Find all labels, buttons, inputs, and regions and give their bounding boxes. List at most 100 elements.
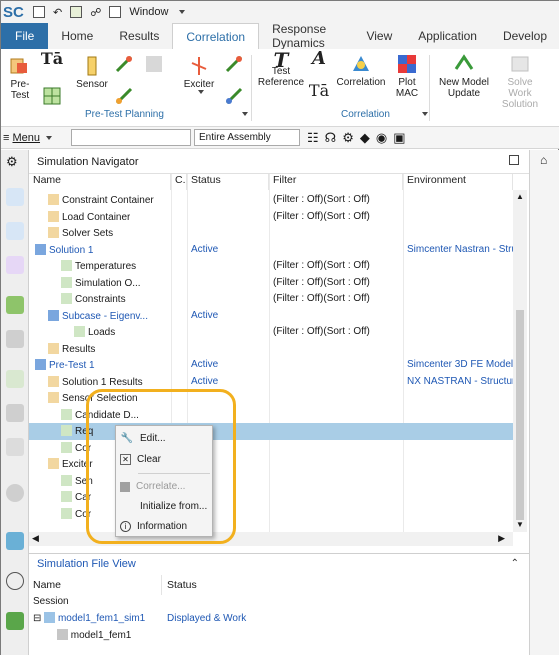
chevron-down-icon[interactable] — [179, 10, 186, 14]
test-ta-button[interactable]: Tā — [39, 51, 65, 67]
test-reference-button[interactable]: T Test Reference — [257, 50, 305, 88]
column-header-filter[interactable]: Filter — [269, 174, 403, 190]
system-materials-icon[interactable] — [6, 404, 24, 422]
window-icon[interactable] — [109, 6, 122, 18]
column-header-status[interactable]: Status — [167, 579, 197, 591]
scroll-right-icon[interactable]: ▶ — [498, 533, 505, 544]
pre-test-button[interactable]: Pre-Test — [3, 55, 37, 101]
tab-response-dynamics[interactable]: Response Dynamics — [259, 22, 353, 50]
status-cell: Active — [191, 359, 219, 370]
tree-row[interactable]: Constraints (Filter : Off)(Sort : Off) — [29, 291, 513, 308]
pre-test-planning-group-label: Pre-Test Planning — [85, 109, 164, 120]
reuse-library-icon[interactable] — [6, 330, 24, 348]
tab-results[interactable]: Results — [106, 23, 172, 49]
correlation-button[interactable]: Correlation — [335, 53, 387, 88]
tree-row[interactable]: Simulation O... (Filter : Off)(Sort : Off… — [29, 275, 513, 292]
a-button[interactable]: A — [305, 50, 333, 68]
grid-icon — [43, 87, 61, 105]
sensor-tool2-button[interactable] — [111, 85, 137, 109]
column-header-c[interactable]: C. — [171, 174, 187, 190]
chevron-down-icon[interactable] — [242, 112, 248, 116]
filter-combo[interactable] — [71, 129, 191, 146]
column-header-status[interactable]: Status — [187, 174, 269, 190]
scrollbar-thumb[interactable] — [516, 310, 524, 520]
window-menu[interactable]: Window — [129, 6, 168, 18]
tab-develop[interactable]: Develop — [490, 23, 559, 49]
save-icon[interactable] — [33, 6, 45, 18]
tree-row[interactable]: Solver Sets — [29, 225, 513, 242]
tab-correlation[interactable]: Correlation — [172, 23, 260, 49]
table-row[interactable]: model1_fem1 — [57, 629, 131, 641]
hamburger-icon: ≡ — [3, 131, 10, 144]
tree-row[interactable]: Loads (Filter : Off)(Sort : Off) — [29, 324, 513, 341]
collapse-toggle-icon[interactable]: ⊟ — [33, 613, 41, 624]
vertical-scrollbar[interactable]: ▲ ▼ — [513, 190, 527, 532]
exciter-tool-button[interactable] — [221, 53, 247, 77]
tree-node-label: Loads — [74, 326, 115, 338]
chevron-down-icon[interactable] — [197, 90, 204, 94]
simulation-navigator-icon[interactable] — [6, 296, 24, 314]
column-header-environment[interactable]: Environment — [403, 174, 513, 190]
plot-mac-button[interactable]: Plot MAC — [389, 53, 425, 99]
tree-row[interactable]: Pre-Test 1 Active Simcenter 3D FE Model I — [29, 357, 513, 374]
selection-filter-icon[interactable]: ☷ — [307, 130, 319, 146]
grid-icon[interactable] — [70, 6, 83, 18]
tab-application[interactable]: Application — [405, 23, 490, 49]
tools-icon[interactable] — [6, 612, 24, 630]
tree-node-text: Solver Sets — [62, 228, 114, 239]
scroll-down-icon[interactable]: ▼ — [516, 520, 524, 529]
select-icon[interactable]: ⚙ — [342, 130, 354, 146]
display-icon[interactable]: ▣ — [393, 130, 405, 146]
tree-row[interactable]: Solution 1 Results Active NX NASTRAN - Str… — [29, 374, 513, 391]
settings-icon[interactable]: ⚙ — [6, 154, 24, 172]
undo-icon[interactable]: ↶ — [53, 6, 62, 19]
correlation-icon — [353, 56, 369, 71]
column-header-name[interactable]: Name — [33, 579, 61, 591]
grid-button[interactable] — [39, 85, 65, 109]
exciter-tool2-button[interactable] — [221, 85, 247, 109]
home-icon[interactable]: ⌂ — [540, 153, 547, 167]
ta-button[interactable]: Tā — [305, 83, 333, 99]
chevron-down-icon[interactable] — [422, 112, 428, 116]
palette-icon[interactable] — [6, 532, 24, 550]
sensor-tool-button[interactable] — [111, 53, 137, 77]
scroll-up-icon[interactable]: ▲ — [516, 192, 524, 201]
collapse-icon[interactable]: ⌃ — [511, 558, 519, 569]
tab-file[interactable]: File — [1, 23, 49, 49]
graphics-window-edge: ⌂ — [529, 150, 559, 655]
history-clock-icon[interactable] — [6, 572, 24, 590]
tree-node-icon — [48, 458, 59, 469]
plot-mac-icon — [398, 55, 416, 73]
table-row[interactable]: ⊟ model1_fem1_sim1 — [33, 612, 145, 624]
tab-view[interactable]: View — [353, 23, 405, 49]
exciter-button[interactable]: Exciter — [179, 55, 219, 94]
scroll-left-icon[interactable]: ◀ — [32, 533, 39, 544]
part-navigator-icon[interactable] — [6, 188, 24, 206]
tab-home[interactable]: Home — [48, 23, 106, 49]
solve-work-solution-button[interactable]: Solve Work Solution — [495, 53, 545, 110]
tree-row[interactable]: Subcase - Eigenv... Active — [29, 308, 513, 325]
assembly-combo[interactable]: Entire Assembly — [194, 129, 300, 146]
new-model-update-button[interactable]: New Model Update — [435, 53, 493, 99]
column-header-name[interactable]: Name — [29, 174, 171, 190]
body-icon[interactable]: ◆ — [360, 130, 370, 146]
constraint-navigator-icon[interactable] — [6, 256, 24, 274]
history-icon[interactable] — [6, 370, 24, 388]
roles-icon[interactable] — [6, 438, 24, 456]
maximize-icon[interactable] — [509, 155, 519, 165]
assembly-navigator-icon[interactable] — [6, 222, 24, 240]
web-browser-icon[interactable] — [6, 484, 24, 502]
tree-row[interactable]: Load Container (Filter : Off)(Sort : Off) — [29, 209, 513, 226]
view-icon[interactable]: ◉ — [376, 130, 387, 146]
menu-button[interactable]: ≡ Menu — [1, 132, 71, 144]
tree-row[interactable]: Constraint Container (Filter : Off)(Sort … — [29, 192, 513, 209]
exciter-tool-icon — [225, 55, 243, 73]
sensor-button[interactable]: Sensor — [75, 55, 109, 90]
tree-row[interactable]: Solution 1 Active Simcenter Nastran - Stru — [29, 242, 513, 259]
tree-row[interactable]: Temperatures (Filter : Off)(Sort : Off) — [29, 258, 513, 275]
link-icon[interactable]: ☍ — [90, 6, 101, 19]
tree-row[interactable]: Results — [29, 341, 513, 358]
simulation-file-view-header[interactable]: Simulation File View ⌃ — [29, 553, 529, 573]
tree-node-text: Loads — [88, 327, 116, 338]
snap-icon[interactable]: ☊ — [325, 130, 337, 146]
